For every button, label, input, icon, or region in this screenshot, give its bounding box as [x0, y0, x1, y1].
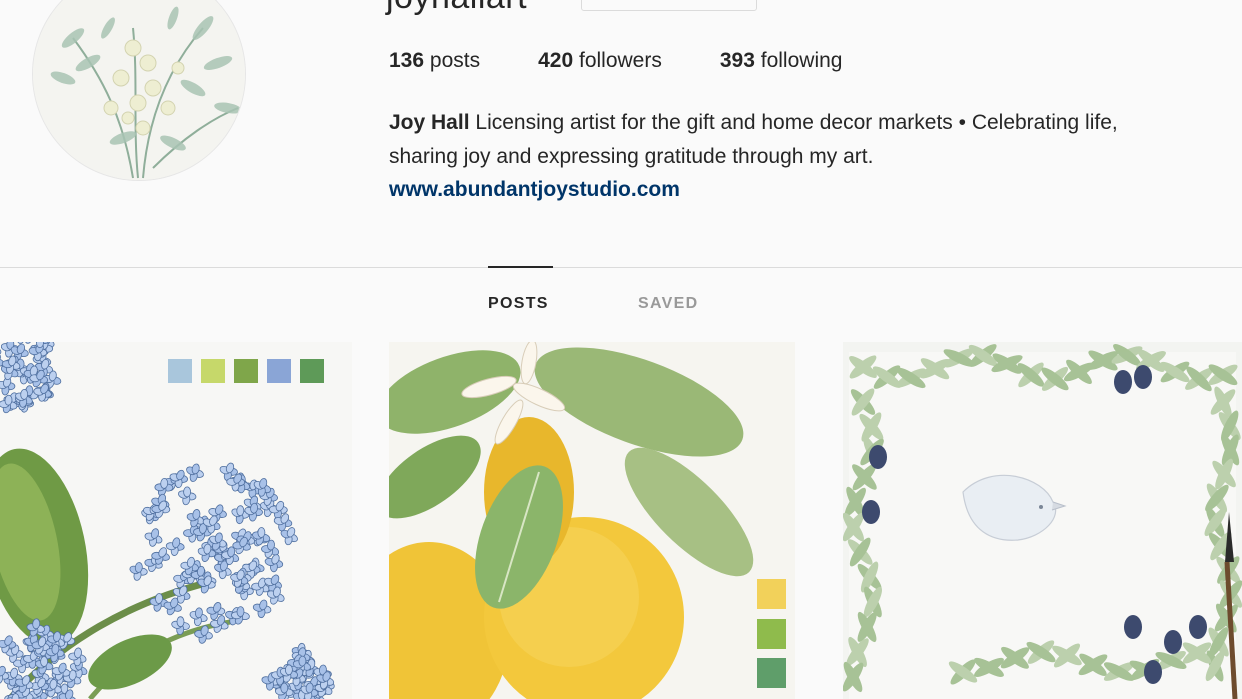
- hydrangea-artwork: [0, 342, 352, 699]
- tabs-divider: [0, 267, 1242, 268]
- following-count[interactable]: 393: [720, 49, 755, 72]
- tab-posts[interactable]: POSTS: [488, 295, 549, 313]
- post-thumbnail-2[interactable]: [389, 342, 795, 699]
- following-label[interactable]: following: [761, 49, 843, 72]
- bio-text-line1: Licensing artist for the gift and home d…: [475, 111, 1118, 134]
- avatar-botanical-image: [33, 0, 245, 180]
- profile-avatar[interactable]: [33, 0, 245, 180]
- edit-profile-button[interactable]: Edit Profile: [581, 0, 757, 11]
- website-link[interactable]: www.abundantjoystudio.com: [389, 173, 1219, 207]
- olive-wreath-artwork: [843, 342, 1242, 699]
- followers-label[interactable]: followers: [579, 49, 662, 72]
- color-swatches: [757, 579, 786, 688]
- gear-icon[interactable]: [770, 0, 800, 8]
- posts-label: posts: [429, 49, 481, 72]
- posts-count-stat: 136 posts: [389, 49, 480, 73]
- profile-full-name: Joy Hall: [389, 111, 470, 134]
- tab-saved[interactable]: SAVED: [638, 295, 698, 313]
- post-thumbnail-1[interactable]: [0, 342, 352, 699]
- lemons-artwork: [389, 342, 795, 699]
- following-stat[interactable]: 393 following: [720, 49, 843, 73]
- post-thumbnail-3[interactable]: [843, 342, 1242, 699]
- profile-bio: Joy Hall Licensing artist for the gift a…: [389, 106, 1219, 207]
- active-tab-indicator: [488, 266, 553, 268]
- color-swatches: [168, 359, 324, 383]
- profile-username: joyhallart: [386, 0, 527, 17]
- followers-count[interactable]: 420: [538, 49, 573, 72]
- bio-text-line2: sharing joy and expressing gratitude thr…: [389, 145, 874, 168]
- posts-count: 136: [389, 49, 425, 72]
- profile-stats: 136 posts 420 followers 393 following: [389, 49, 900, 73]
- followers-stat[interactable]: 420 followers: [538, 49, 662, 73]
